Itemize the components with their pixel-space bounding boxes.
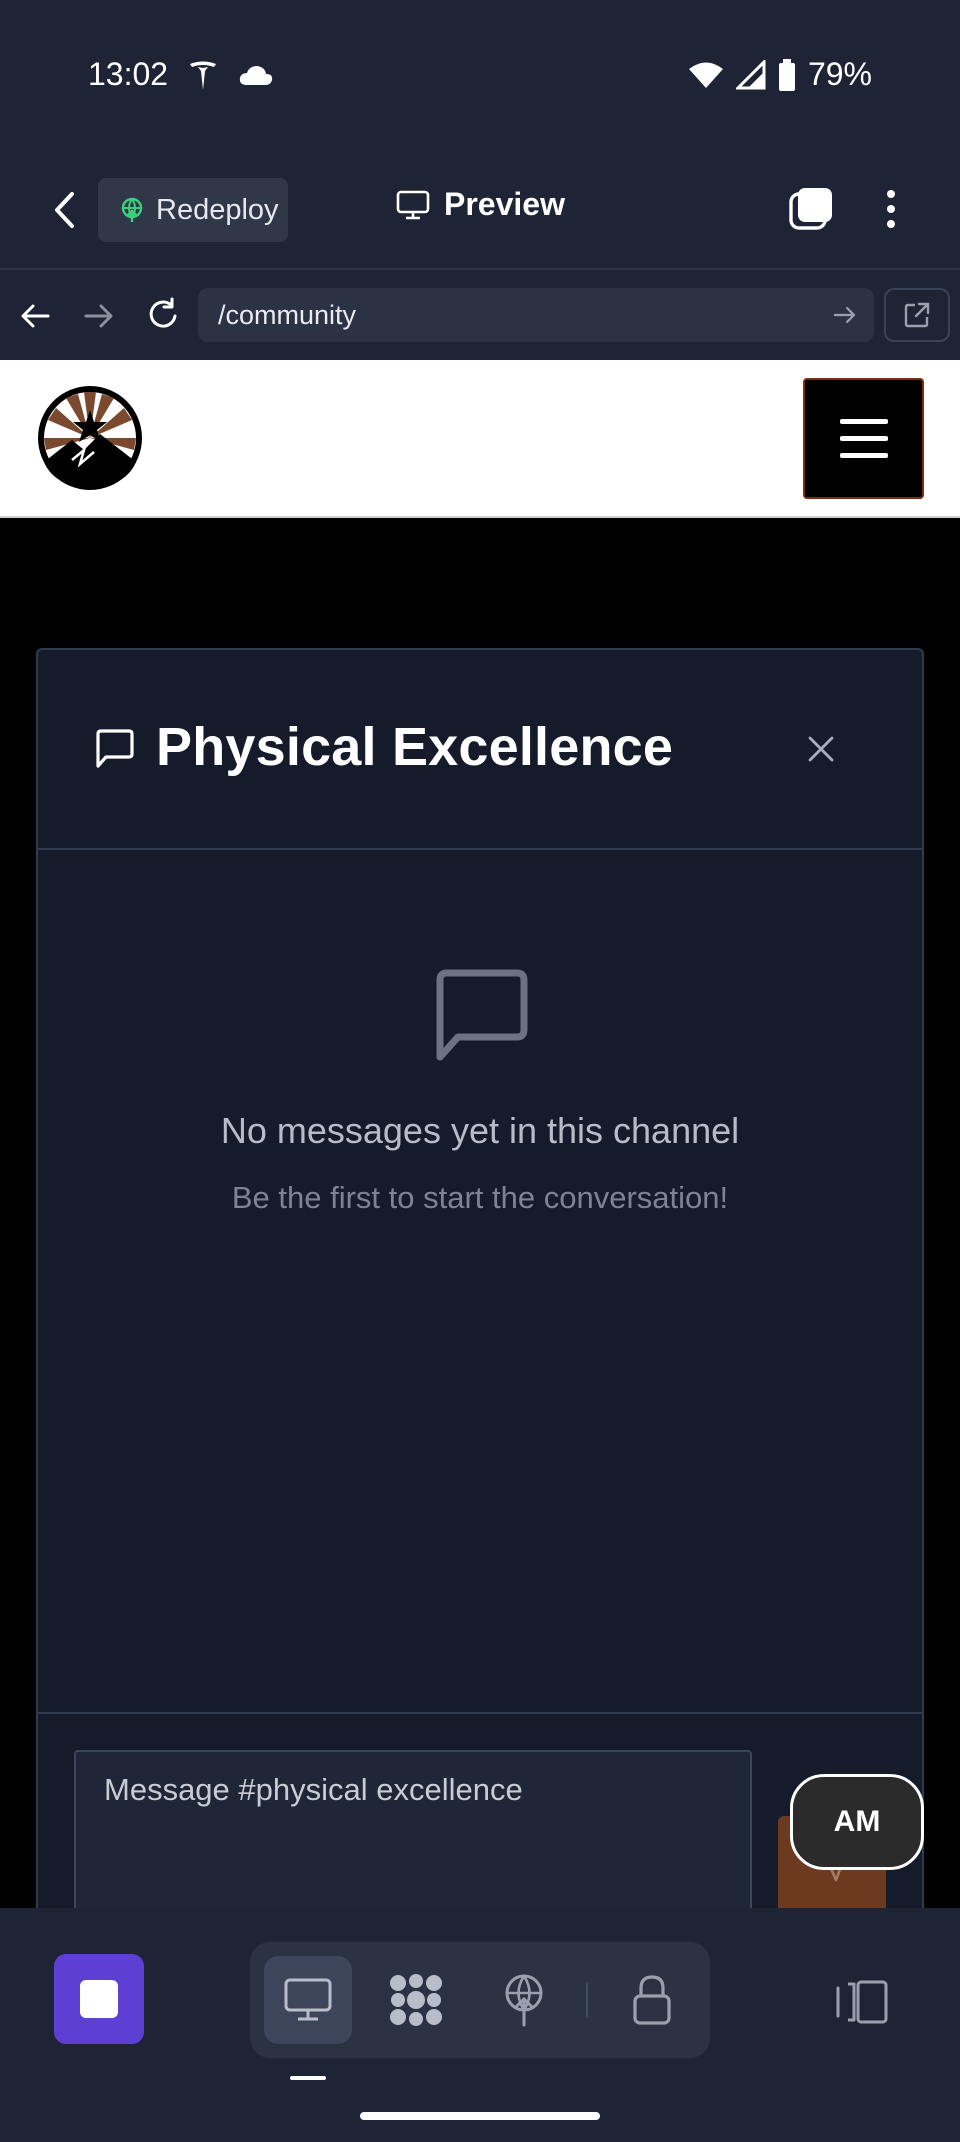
- monitor-icon: [284, 1978, 332, 2021]
- menu-bar: [839, 419, 888, 424]
- arrow-right-icon[interactable]: [80, 298, 116, 334]
- stop-icon: [80, 1980, 118, 2018]
- battery-percent: 79%: [807, 56, 872, 92]
- bottom-nav: [0, 1908, 960, 2142]
- empty-state-title: No messages yet in this channel: [220, 1110, 740, 1151]
- menu-bar: [839, 453, 888, 458]
- menu-button[interactable]: [803, 378, 924, 499]
- deploy-mode-button[interactable]: [480, 1956, 568, 2044]
- message-square-icon: [96, 729, 134, 768]
- url-input[interactable]: /community: [198, 288, 874, 342]
- agent-mode-button[interactable]: [372, 1956, 460, 2044]
- redeploy-button[interactable]: Redeploy: [98, 178, 288, 242]
- more-options-button[interactable]: [876, 184, 906, 234]
- reload-icon[interactable]: [144, 296, 182, 334]
- message-input[interactable]: Message #physical excellence: [74, 1750, 752, 1908]
- agent-icon: [390, 1974, 442, 2026]
- dot: [887, 190, 895, 198]
- avatar[interactable]: AM: [790, 1774, 924, 1870]
- battery-icon: [778, 58, 795, 91]
- panel-toggle-icon[interactable]: [834, 1978, 890, 2026]
- site-viewport: Physical Excellence No messages yet in t…: [0, 360, 960, 1908]
- redeploy-label: Redeploy: [156, 193, 279, 226]
- tabs-button[interactable]: [788, 186, 834, 232]
- close-icon[interactable]: [806, 734, 836, 764]
- url-row: /community: [0, 272, 960, 360]
- url-text: /community: [218, 299, 357, 330]
- monitor-icon: [396, 190, 430, 219]
- status-time: 13:02: [88, 56, 169, 92]
- channel-header: Physical Excellence: [38, 650, 922, 850]
- external-link-icon: [904, 302, 930, 328]
- home-indicator[interactable]: [360, 2112, 600, 2120]
- preview-mode-button[interactable]: [264, 1956, 352, 2044]
- active-tab-indicator: [290, 2076, 326, 2080]
- arrow-left-icon[interactable]: [18, 298, 54, 334]
- dot: [887, 205, 895, 213]
- preview-label: Preview: [444, 186, 565, 222]
- tabs-icon: [789, 188, 832, 230]
- dot: [887, 220, 895, 228]
- cloud-icon: [239, 66, 273, 85]
- go-arrow-icon[interactable]: [832, 302, 858, 328]
- tesla-icon: [190, 61, 216, 90]
- status-bar: 13:02 79%: [0, 0, 960, 150]
- secrets-mode-button[interactable]: [608, 1956, 696, 2044]
- back-button[interactable]: [44, 188, 84, 232]
- site-logo[interactable]: [36, 384, 144, 492]
- divider: [586, 1982, 588, 2018]
- open-external-button[interactable]: [884, 288, 950, 342]
- site-header: [0, 360, 960, 518]
- menu-bar: [839, 436, 888, 441]
- chevron-left-icon: [55, 192, 74, 228]
- stop-button[interactable]: [54, 1954, 144, 2044]
- wifi-icon: [688, 62, 723, 88]
- divider: [38, 1712, 922, 1714]
- lock-icon: [633, 1975, 671, 2025]
- signal-icon: [735, 59, 766, 89]
- empty-state-subtitle: Be the first to start the conversation!: [231, 1180, 729, 1215]
- redeploy-globe-icon: [121, 197, 143, 222]
- deploy-globe-icon: [505, 1974, 543, 2027]
- mode-switcher: [250, 1942, 710, 2058]
- channel-panel: Physical Excellence No messages yet in t…: [36, 648, 924, 1908]
- empty-message-icon: [436, 969, 528, 1061]
- app-toolbar: Redeploy Preview: [0, 150, 960, 270]
- preview-tab[interactable]: Preview: [396, 186, 565, 223]
- channel-title: Physical Excellence: [156, 717, 674, 777]
